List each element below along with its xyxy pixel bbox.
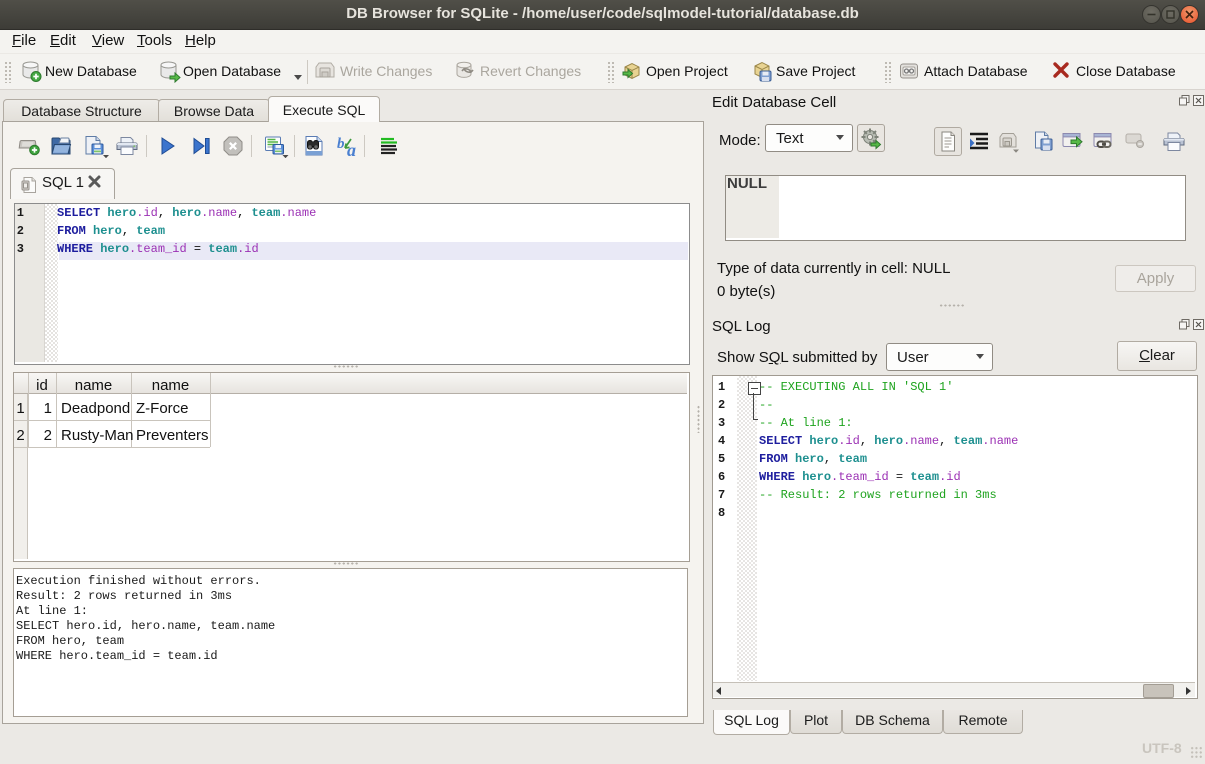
- svg-text:b: b: [337, 136, 345, 152]
